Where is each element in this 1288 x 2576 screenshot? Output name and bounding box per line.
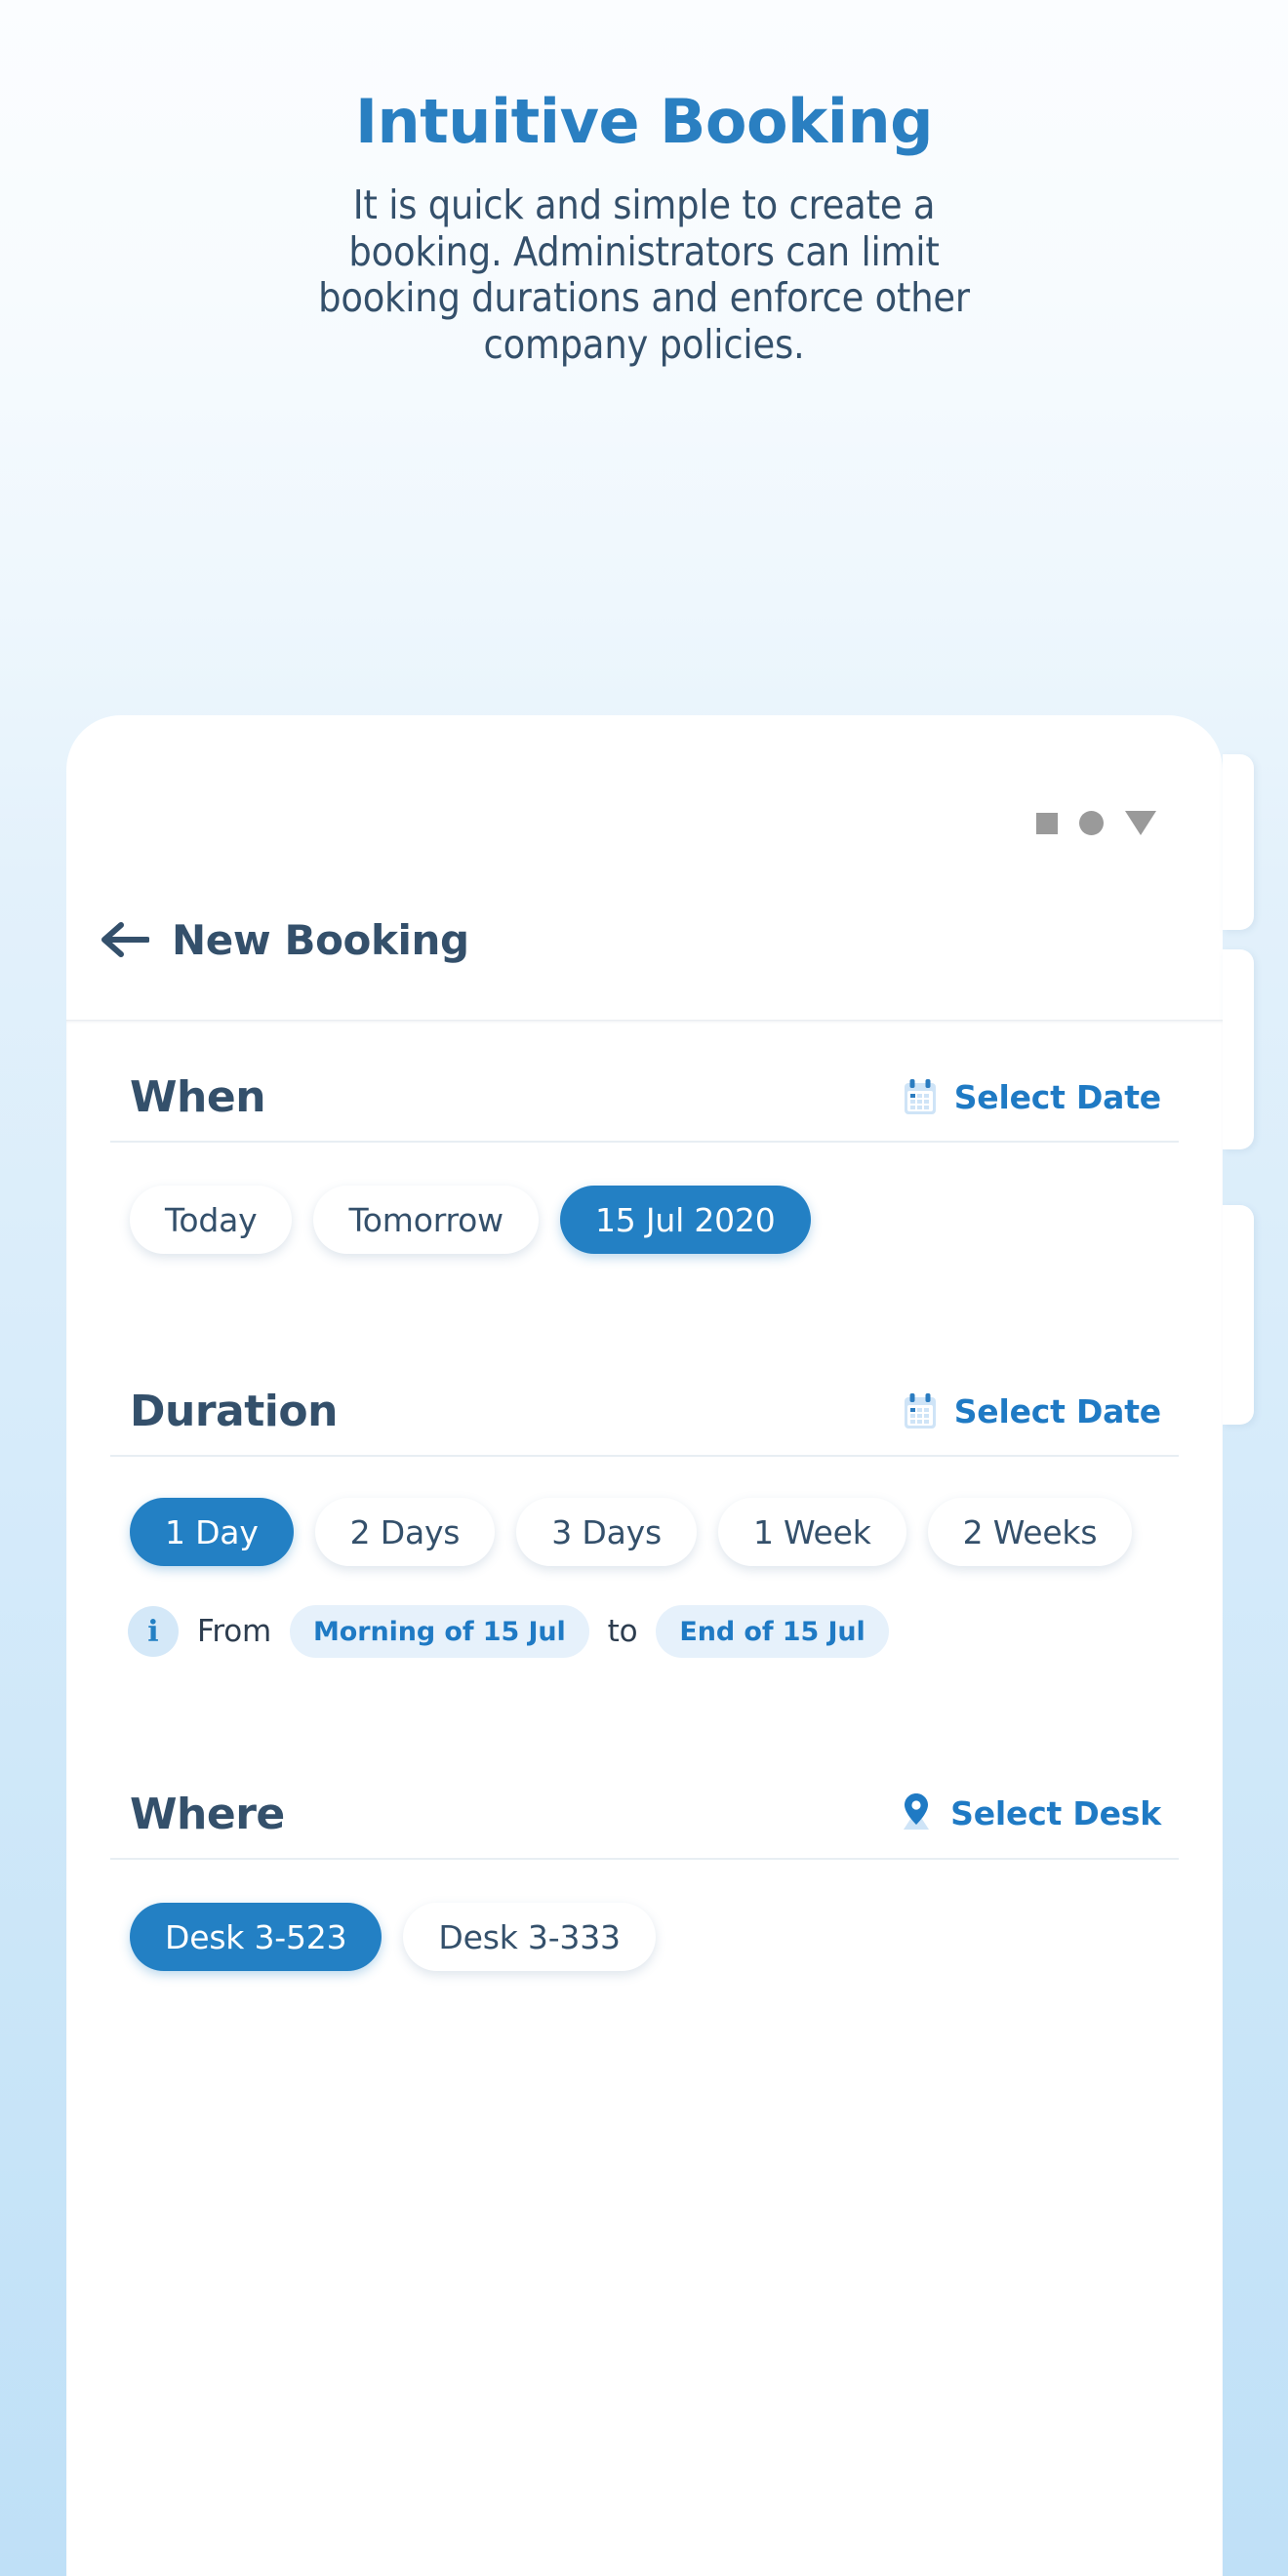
chip-2-weeks[interactable]: 2 Weeks — [927, 1498, 1133, 1566]
range-end-pill[interactable]: End of 15 Jul — [656, 1605, 889, 1658]
card-peek-3 — [1223, 1205, 1254, 1425]
select-date-duration-button[interactable]: Select Date — [902, 1391, 1161, 1433]
select-desk-button[interactable]: Select Desk — [898, 1792, 1161, 1836]
page-title: Intuitive Booking — [354, 86, 934, 157]
when-chip-row: Today Tomorrow 15 Jul 2020 — [110, 1186, 1179, 1254]
section-duration: Duration Select Date 1 Day 2 Days 3 Days… — [110, 1390, 1179, 1658]
select-date-duration-label: Select Date — [953, 1391, 1161, 1430]
section-duration-header: Duration Select Date — [110, 1390, 1179, 1457]
back-arrow-icon[interactable] — [100, 919, 150, 960]
chip-1-day[interactable]: 1 Day — [130, 1498, 294, 1566]
status-bar — [1036, 811, 1156, 835]
section-when-header: When Select Date — [110, 1076, 1179, 1143]
chip-tomorrow[interactable]: Tomorrow — [313, 1186, 539, 1254]
phone-mockup: New Booking When Select Date Today Tomor… — [66, 715, 1254, 2576]
info-icon: i — [128, 1606, 179, 1657]
select-desk-label: Select Desk — [950, 1793, 1161, 1832]
section-where-header: Where Select Desk — [110, 1792, 1179, 1860]
range-to-label: to — [607, 1614, 638, 1649]
calendar-icon — [902, 1077, 939, 1116]
app-title: New Booking — [172, 915, 469, 964]
card-peek-1 — [1223, 754, 1254, 930]
where-chip-row: Desk 3-523 Desk 3-333 — [110, 1903, 1179, 1971]
chip-desk-3-523[interactable]: Desk 3-523 — [130, 1903, 382, 1971]
location-pin-icon — [898, 1792, 935, 1833]
chip-1-week[interactable]: 1 Week — [717, 1498, 906, 1566]
chip-today[interactable]: Today — [130, 1186, 293, 1254]
duration-range-info: i From Morning of 15 Jul to End of 15 Ju… — [110, 1605, 1179, 1658]
card-peek-2 — [1223, 949, 1254, 1149]
hero-section: Intuitive Booking It is quick and simple… — [0, 0, 1288, 368]
chip-15-jul-2020[interactable]: 15 Jul 2020 — [559, 1186, 811, 1254]
calendar-icon — [902, 1391, 939, 1430]
section-where-title: Where — [130, 1790, 285, 1839]
select-date-when-label: Select Date — [953, 1077, 1161, 1116]
square-icon — [1036, 812, 1058, 834]
page-subtitle: It is quick and simple to create a booki… — [318, 181, 970, 368]
duration-chip-row: 1 Day 2 Days 3 Days 1 Week 2 Weeks — [110, 1498, 1179, 1566]
triangle-down-icon — [1125, 811, 1156, 835]
section-when-title: When — [130, 1072, 266, 1122]
chip-desk-3-333[interactable]: Desk 3-333 — [403, 1903, 656, 1971]
booking-form: When Select Date Today Tomorrow 15 Jul 2… — [66, 1020, 1223, 2576]
app-header: New Booking — [66, 881, 1223, 998]
range-from-label: From — [197, 1614, 272, 1649]
circle-icon — [1079, 811, 1104, 835]
chip-3-days[interactable]: 3 Days — [516, 1498, 697, 1566]
section-when: When Select Date Today Tomorrow 15 Jul 2… — [110, 1020, 1179, 1254]
section-duration-title: Duration — [130, 1387, 338, 1436]
select-date-when-button[interactable]: Select Date — [902, 1077, 1161, 1119]
section-where: Where Select Desk Desk 3-523 Desk 3-333 — [110, 1792, 1179, 1971]
range-start-pill[interactable]: Morning of 15 Jul — [290, 1605, 589, 1658]
chip-2-days[interactable]: 2 Days — [314, 1498, 496, 1566]
